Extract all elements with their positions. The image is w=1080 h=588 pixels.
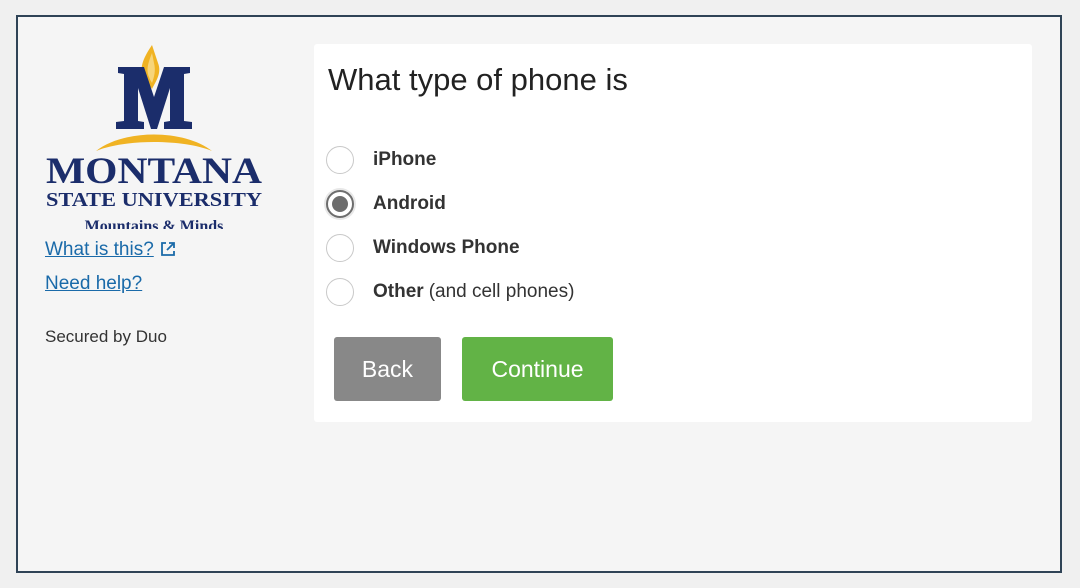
option-label[interactable]: Other <box>373 281 424 303</box>
option-sublabel: (and cell phones) <box>428 281 575 302</box>
radio-iphone[interactable] <box>326 146 354 174</box>
option-label[interactable]: Android <box>373 193 446 215</box>
radio-windows-phone[interactable] <box>326 234 354 262</box>
question-heading: What type of phone is <box>328 62 628 97</box>
duo-prompt-frame: MONTANA STATE UNIVERSITY Mountains & Min… <box>16 15 1062 573</box>
what-is-this-link[interactable]: What is this? <box>45 239 176 263</box>
need-help-link[interactable]: Need help? <box>45 273 142 295</box>
phone-type-card: What type of phone is iPhone Android Win… <box>314 44 1032 422</box>
external-link-icon <box>160 241 176 263</box>
phone-type-options: iPhone Android Windows Phone Other (and … <box>326 138 574 314</box>
back-button[interactable]: Back <box>334 337 441 401</box>
logo-subtitle: STATE UNIVERSITY <box>46 189 263 211</box>
secured-by-duo: Secured by Duo <box>45 327 167 346</box>
sidebar: MONTANA STATE UNIVERSITY Mountains & Min… <box>18 17 308 571</box>
logo-tagline: Mountains & Minds <box>85 218 224 229</box>
logo-name: MONTANA <box>46 151 262 192</box>
radio-android[interactable] <box>326 190 354 218</box>
option-iphone[interactable]: iPhone <box>326 138 574 182</box>
option-windows-phone[interactable]: Windows Phone <box>326 226 574 270</box>
option-label[interactable]: iPhone <box>373 149 436 171</box>
what-is-this-label[interactable]: What is this? <box>45 239 154 260</box>
radio-other[interactable] <box>326 278 354 306</box>
continue-button[interactable]: Continue <box>462 337 613 401</box>
msu-logo: MONTANA STATE UNIVERSITY Mountains & Min… <box>44 43 264 235</box>
option-android[interactable]: Android <box>326 182 574 226</box>
button-row: Back Continue <box>334 337 613 401</box>
option-label[interactable]: Windows Phone <box>373 237 520 259</box>
option-other[interactable]: Other (and cell phones) <box>326 270 574 314</box>
